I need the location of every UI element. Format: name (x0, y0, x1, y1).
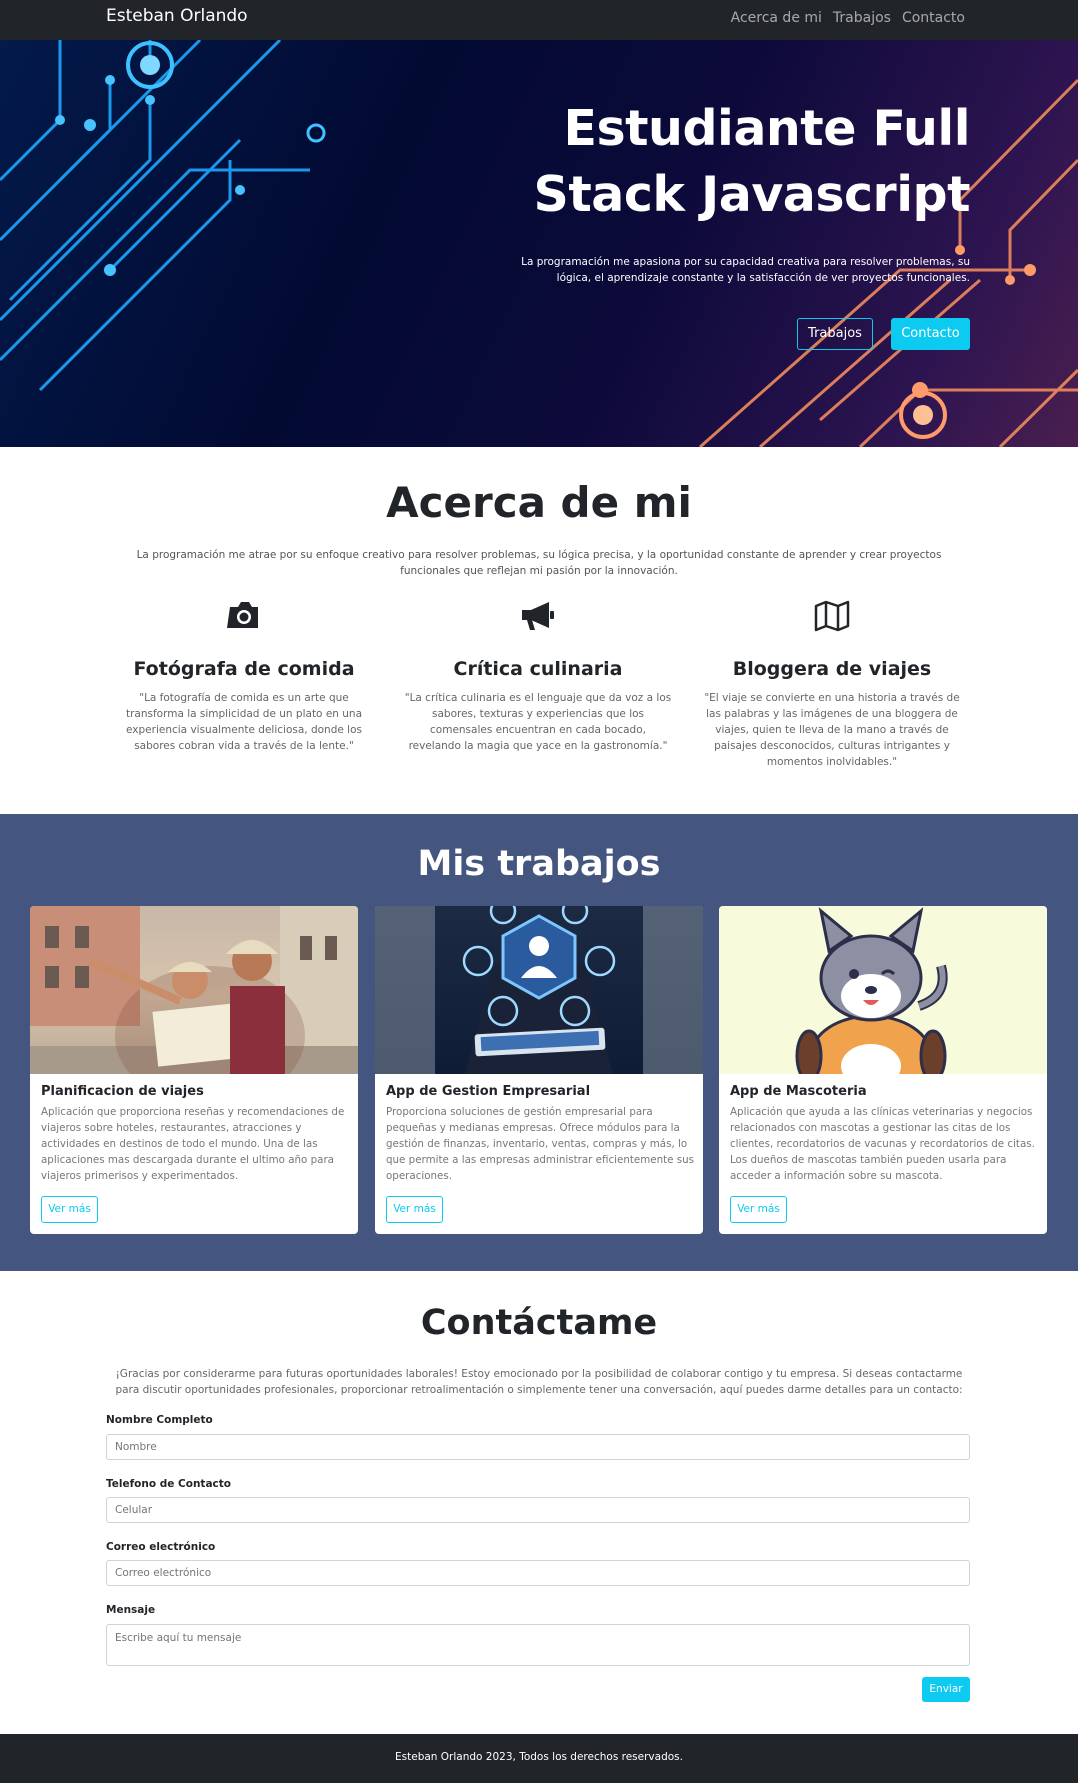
nav-link-contact[interactable]: Contacto (902, 10, 965, 26)
phone-label: Telefono de Contacto (106, 1478, 231, 1490)
business-network-image (375, 906, 703, 1074)
brand-link[interactable]: Esteban Orlando (106, 6, 248, 26)
card-text: Aplicación que ayuda a las clínicas vete… (730, 1106, 1035, 1182)
card-text: Aplicación que proporciona reseñas y rec… (41, 1106, 345, 1182)
footer: Esteban Orlando 2023, Todos los derechos… (0, 1734, 1078, 1783)
navbar: Esteban Orlando Acerca de mi Trabajos Co… (0, 0, 1078, 40)
about-title: Acerca de mi (386, 478, 692, 527)
card-text: Proporciona soluciones de gestión empres… (386, 1106, 695, 1182)
nav-links: Acerca de mi Trabajos Contacto (731, 10, 965, 26)
phone-input[interactable] (106, 1497, 970, 1523)
hero-title: Estudiante Full Stack Javascript (533, 100, 971, 223)
feature-travel-blogger: Bloggera de viajes "El viaje se conviert… (698, 600, 966, 770)
feature-title: Bloggera de viajes (732, 658, 932, 680)
work-card-pets: App de Mascoteria Aplicación que ayuda a… (719, 906, 1047, 1234)
camera-icon (110, 600, 378, 636)
hero-contact-button[interactable]: Contacto (891, 318, 970, 350)
name-input[interactable] (106, 1434, 970, 1460)
card-more-button[interactable]: Ver más (730, 1196, 787, 1223)
hero-subtitle: La programación me apasiona por su capac… (521, 256, 970, 284)
message-textarea[interactable] (106, 1624, 970, 1666)
feature-text: "El viaje se convierte en una historia a… (704, 692, 960, 768)
contact-title: Contáctame (420, 1303, 658, 1343)
card-title: App de Gestion Empresarial (386, 1084, 591, 1099)
name-label: Nombre Completo (106, 1414, 213, 1426)
card-more-button[interactable]: Ver más (41, 1196, 98, 1223)
work-card-business: App de Gestion Empresarial Proporciona s… (375, 906, 703, 1234)
hero-section: Estudiante Full Stack Javascript La prog… (0, 40, 1078, 447)
card-title: App de Mascoteria (730, 1084, 867, 1099)
feature-food-photography: Fotógrafa de comida "La fotografía de co… (110, 600, 378, 754)
card-title: Planificacion de viajes (41, 1084, 204, 1099)
pets-cartoon-image (719, 906, 1047, 1074)
email-input[interactable] (106, 1560, 970, 1586)
feature-text: "La crítica culinaria es el lenguaje que… (404, 692, 672, 752)
feature-title: Fotógrafa de comida (133, 658, 355, 680)
footer-text: Esteban Orlando 2023, Todos los derechos… (395, 1751, 683, 1763)
nav-link-about[interactable]: Acerca de mi (731, 10, 822, 26)
megaphone-icon (404, 600, 672, 636)
feature-text: "La fotografía de comida es un arte que … (125, 692, 363, 752)
works-section: Mis trabajos Planificacion de viajes Apl… (0, 814, 1078, 1271)
travel-couple-image (30, 906, 358, 1074)
feature-title: Crítica culinaria (453, 658, 623, 680)
hero-works-button[interactable]: Trabajos (797, 318, 873, 350)
contact-text: ¡Gracias por considerarme para futuras o… (115, 1368, 963, 1396)
work-card-travel: Planificacion de viajes Aplicación que p… (30, 906, 358, 1234)
feature-food-critic: Crítica culinaria "La crítica culinaria … (404, 600, 672, 754)
about-text: La programación me atrae por su enfoque … (136, 549, 942, 577)
works-title: Mis trabajos (417, 844, 661, 884)
submit-button[interactable]: Enviar (922, 1677, 970, 1702)
message-label: Mensaje (106, 1604, 156, 1616)
map-icon (698, 600, 966, 636)
email-label: Correo electrónico (106, 1541, 216, 1553)
nav-link-works[interactable]: Trabajos (833, 10, 891, 26)
card-more-button[interactable]: Ver más (386, 1196, 443, 1223)
